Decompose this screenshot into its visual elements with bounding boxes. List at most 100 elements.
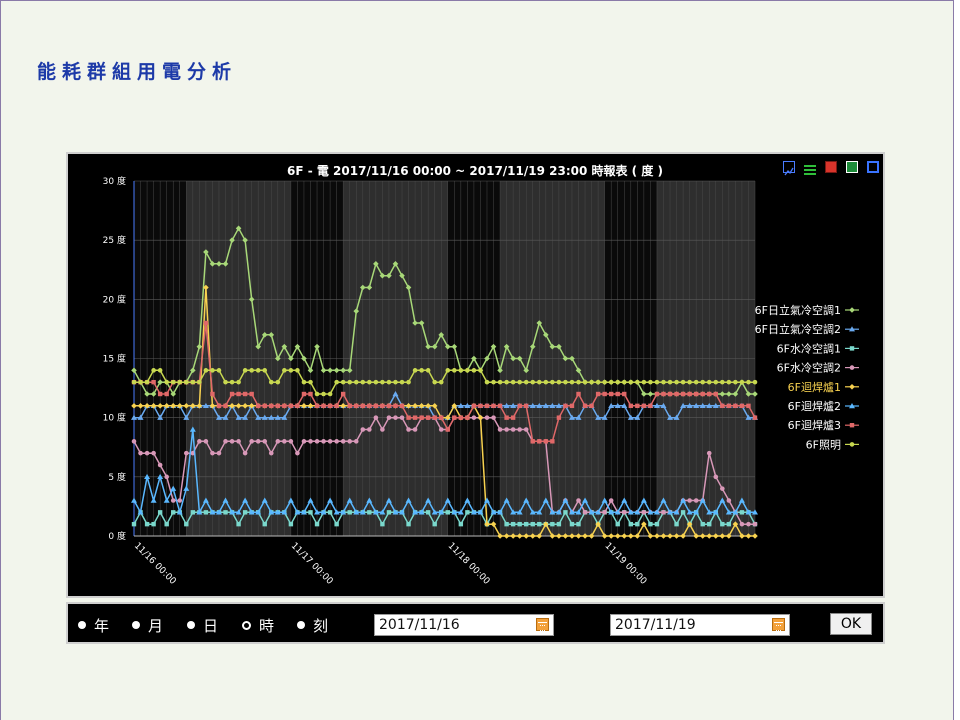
data-point — [517, 521, 522, 527]
data-point — [380, 427, 385, 432]
data-point — [262, 521, 267, 527]
data-point — [236, 521, 241, 527]
data-point — [550, 439, 555, 444]
data-point — [589, 379, 594, 385]
save-icon[interactable] — [867, 161, 879, 173]
data-point — [478, 403, 483, 409]
data-point — [327, 510, 333, 515]
data-point — [510, 521, 516, 527]
data-point — [608, 498, 614, 503]
data-point — [543, 379, 549, 385]
data-point — [412, 427, 418, 432]
data-point — [438, 379, 444, 385]
data-point — [406, 415, 411, 420]
line-chart-icon[interactable] — [783, 161, 795, 176]
data-point — [236, 379, 241, 385]
y-tick-label: 15 度 — [103, 353, 126, 365]
legend-label: 6F迴焊爐1 — [788, 380, 841, 394]
data-point — [255, 368, 261, 373]
data-point — [706, 450, 712, 456]
end-date-input[interactable]: 2017/11/19 — [610, 614, 790, 636]
data-point — [171, 510, 176, 515]
data-point — [615, 391, 620, 397]
data-point — [157, 510, 163, 515]
ok-button[interactable]: OK — [830, 613, 872, 635]
data-point — [380, 403, 385, 409]
calendar-icon[interactable] — [772, 618, 785, 631]
data-point — [530, 439, 535, 444]
data-point — [419, 368, 424, 373]
data-point — [190, 379, 196, 385]
data-point — [707, 391, 712, 397]
data-point — [144, 521, 150, 527]
data-point — [484, 379, 490, 385]
data-point — [425, 510, 431, 515]
data-point — [733, 403, 738, 409]
data-point — [517, 427, 522, 432]
data-point — [242, 510, 248, 515]
data-point — [556, 379, 562, 385]
data-point — [229, 379, 235, 385]
data-point — [504, 427, 509, 432]
x-tick-label: 11/17 00:00 — [289, 541, 335, 587]
data-point — [615, 521, 620, 527]
data-point — [576, 391, 581, 397]
radio-year-label: 年 — [94, 616, 110, 635]
data-point — [399, 403, 405, 409]
data-point — [393, 415, 398, 420]
data-point — [164, 379, 169, 385]
radio-year[interactable]: 年 — [78, 616, 110, 635]
legend-marker — [849, 307, 855, 313]
data-point — [425, 368, 431, 373]
radio-month[interactable]: 月 — [132, 616, 163, 635]
data-point — [223, 439, 228, 444]
data-point — [576, 521, 581, 527]
data-point — [340, 379, 346, 385]
data-point — [340, 391, 346, 397]
data-point — [556, 521, 562, 527]
data-point — [321, 403, 326, 409]
calendar-icon[interactable] — [536, 618, 549, 631]
data-point — [569, 379, 575, 385]
data-point — [641, 510, 647, 515]
data-point — [595, 391, 601, 397]
data-point — [406, 427, 411, 432]
data-point — [262, 439, 268, 444]
data-point — [373, 379, 379, 385]
data-point — [452, 368, 457, 373]
data-point — [530, 379, 536, 385]
radio-quarter[interactable]: 刻 — [297, 616, 328, 635]
data-point — [151, 521, 156, 527]
data-point — [157, 368, 163, 373]
data-point — [386, 415, 392, 420]
data-point — [288, 439, 294, 444]
radio-hour[interactable]: 時 — [242, 616, 274, 635]
data-point — [661, 510, 666, 515]
data-point — [569, 521, 575, 527]
data-point — [543, 439, 549, 444]
radio-day[interactable]: 日 — [187, 616, 218, 635]
data-point — [517, 379, 522, 385]
data-point — [536, 379, 542, 385]
data-point — [445, 427, 450, 432]
data-point — [491, 415, 496, 420]
data-point — [393, 403, 398, 409]
data-point — [726, 521, 732, 527]
data-point — [576, 498, 581, 503]
data-point — [177, 498, 183, 503]
data-point — [314, 403, 320, 409]
data-point — [576, 379, 581, 385]
data-point — [720, 403, 725, 409]
data-point — [628, 379, 634, 385]
data-point — [432, 415, 437, 420]
data-point — [615, 379, 621, 385]
data-point — [373, 415, 379, 420]
data-point — [164, 474, 169, 480]
data-point — [314, 521, 320, 527]
start-date-input[interactable]: 2017/11/16 — [374, 614, 554, 636]
table-icon[interactable] — [804, 161, 816, 175]
excel-icon[interactable] — [846, 161, 858, 173]
data-point — [628, 403, 633, 409]
print-icon[interactable] — [825, 161, 837, 173]
data-point — [269, 403, 274, 409]
